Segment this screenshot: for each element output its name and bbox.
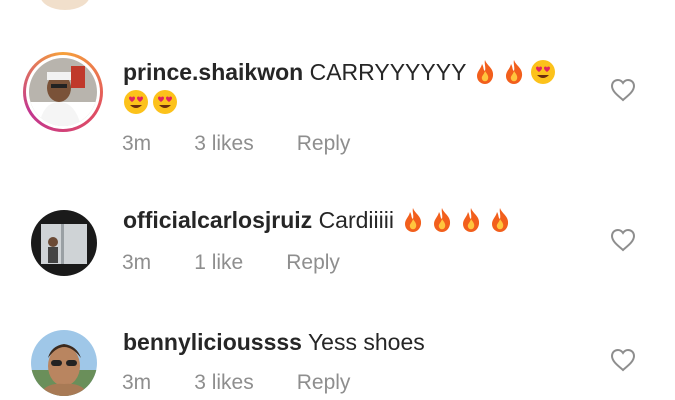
previous-comment-avatar-peek — [40, 0, 90, 10]
heart-outline-icon[interactable] — [610, 348, 636, 372]
username-link[interactable]: bennylicioussss — [123, 329, 302, 355]
comment-meta: 3m 3 likes Reply — [122, 371, 393, 395]
reply-button[interactable]: Reply — [297, 371, 351, 395]
heart-outline-icon[interactable] — [610, 78, 636, 102]
fire-emoji — [506, 60, 523, 84]
heart-outline-icon[interactable] — [610, 228, 636, 252]
username-link[interactable]: prince.shaikwon — [123, 59, 303, 85]
fire-emoji — [434, 208, 451, 232]
fire-emoji — [492, 208, 509, 232]
comment-text: CARRYYYYYY — [309, 59, 466, 85]
avatar[interactable] — [31, 210, 97, 276]
comment-body: prince.shaikwon CARRYYYYYY — [123, 57, 559, 87]
user-photo — [31, 210, 97, 276]
comment-text: Cardiiiii — [318, 207, 394, 233]
reply-button[interactable]: Reply — [286, 251, 340, 275]
comment-meta: 3m 3 likes Reply — [122, 132, 393, 156]
username-link[interactable]: officialcarlosjruiz — [123, 207, 312, 233]
avatar[interactable] — [23, 52, 103, 132]
heart-eyes-emoji — [531, 60, 556, 84]
reply-button[interactable]: Reply — [297, 132, 351, 156]
comment-time: 3m — [122, 371, 152, 394]
user-photo — [31, 330, 97, 396]
heart-eyes-emoji — [124, 90, 148, 114]
comment-body: bennylicioussss Yess shoes — [123, 327, 425, 357]
comment-meta: 3m 1 like Reply — [122, 251, 383, 275]
likes-count-link[interactable]: 1 like — [194, 251, 243, 275]
fire-emoji — [463, 208, 480, 232]
comment-body-line2 — [123, 87, 181, 117]
avatar[interactable] — [31, 330, 97, 396]
likes-count-link[interactable]: 3 likes — [194, 371, 254, 395]
comment-text: Yess shoes — [307, 329, 425, 355]
likes-count-link[interactable]: 3 likes — [194, 132, 254, 156]
fire-emoji — [477, 60, 494, 84]
comment-body: officialcarlosjruiz Cardiiiii — [123, 205, 516, 235]
user-photo — [29, 58, 97, 126]
comment-time: 3m — [122, 132, 152, 155]
fire-emoji — [405, 208, 422, 232]
comment-time: 3m — [122, 251, 152, 274]
heart-eyes-emoji — [153, 90, 177, 114]
